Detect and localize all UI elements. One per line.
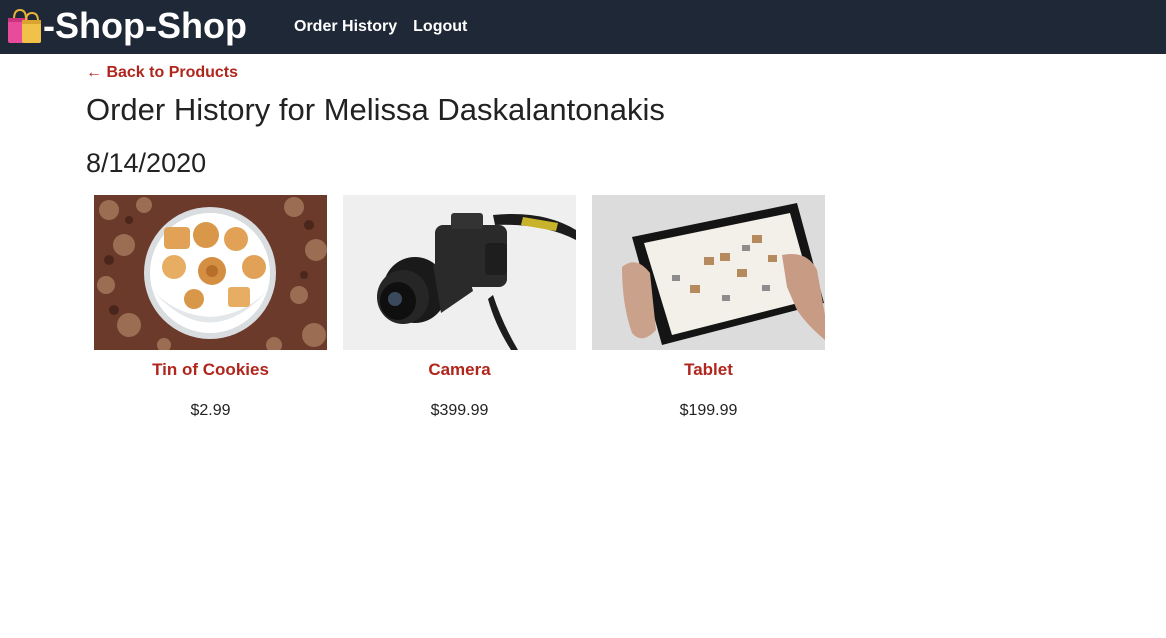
product-card: Tablet $199.99 <box>592 195 825 420</box>
order-date: 8/14/2020 <box>86 148 207 178</box>
product-image-link[interactable] <box>94 195 327 350</box>
shopping-bags-icon <box>8 8 41 43</box>
nav-logout[interactable]: Logout <box>413 18 467 36</box>
order-items: Tin of Cookies $2.99 Camera $399.99 Tabl… <box>94 195 825 420</box>
product-name[interactable]: Tablet <box>592 360 825 380</box>
product-image-link[interactable] <box>343 195 576 350</box>
nav-order-history[interactable]: Order History <box>294 18 397 36</box>
product-image-link[interactable] <box>592 195 825 350</box>
nav-links: Order History Logout <box>294 0 467 54</box>
dslr-camera-photo <box>343 195 576 350</box>
brand-home-link[interactable]: -Shop-Shop <box>6 4 247 48</box>
product-card: Tin of Cookies $2.99 <box>94 195 327 420</box>
product-price: $199.99 <box>679 402 738 419</box>
product-card: Camera $399.99 <box>343 195 576 420</box>
product-name[interactable]: Tin of Cookies <box>94 360 327 380</box>
product-price: $2.99 <box>190 402 231 419</box>
brand-title: -Shop-Shop <box>43 5 247 46</box>
navbar: -Shop-Shop Order History Logout <box>0 0 1166 54</box>
product-price: $399.99 <box>430 402 489 419</box>
back-to-products-link[interactable]: ← Back to Products <box>86 64 238 82</box>
tablet-in-hands-photo <box>592 195 825 350</box>
cookies-tin-photo <box>94 195 327 350</box>
product-name[interactable]: Camera <box>343 360 576 380</box>
page-title: Order History for Melissa Daskalantonaki… <box>86 92 665 127</box>
